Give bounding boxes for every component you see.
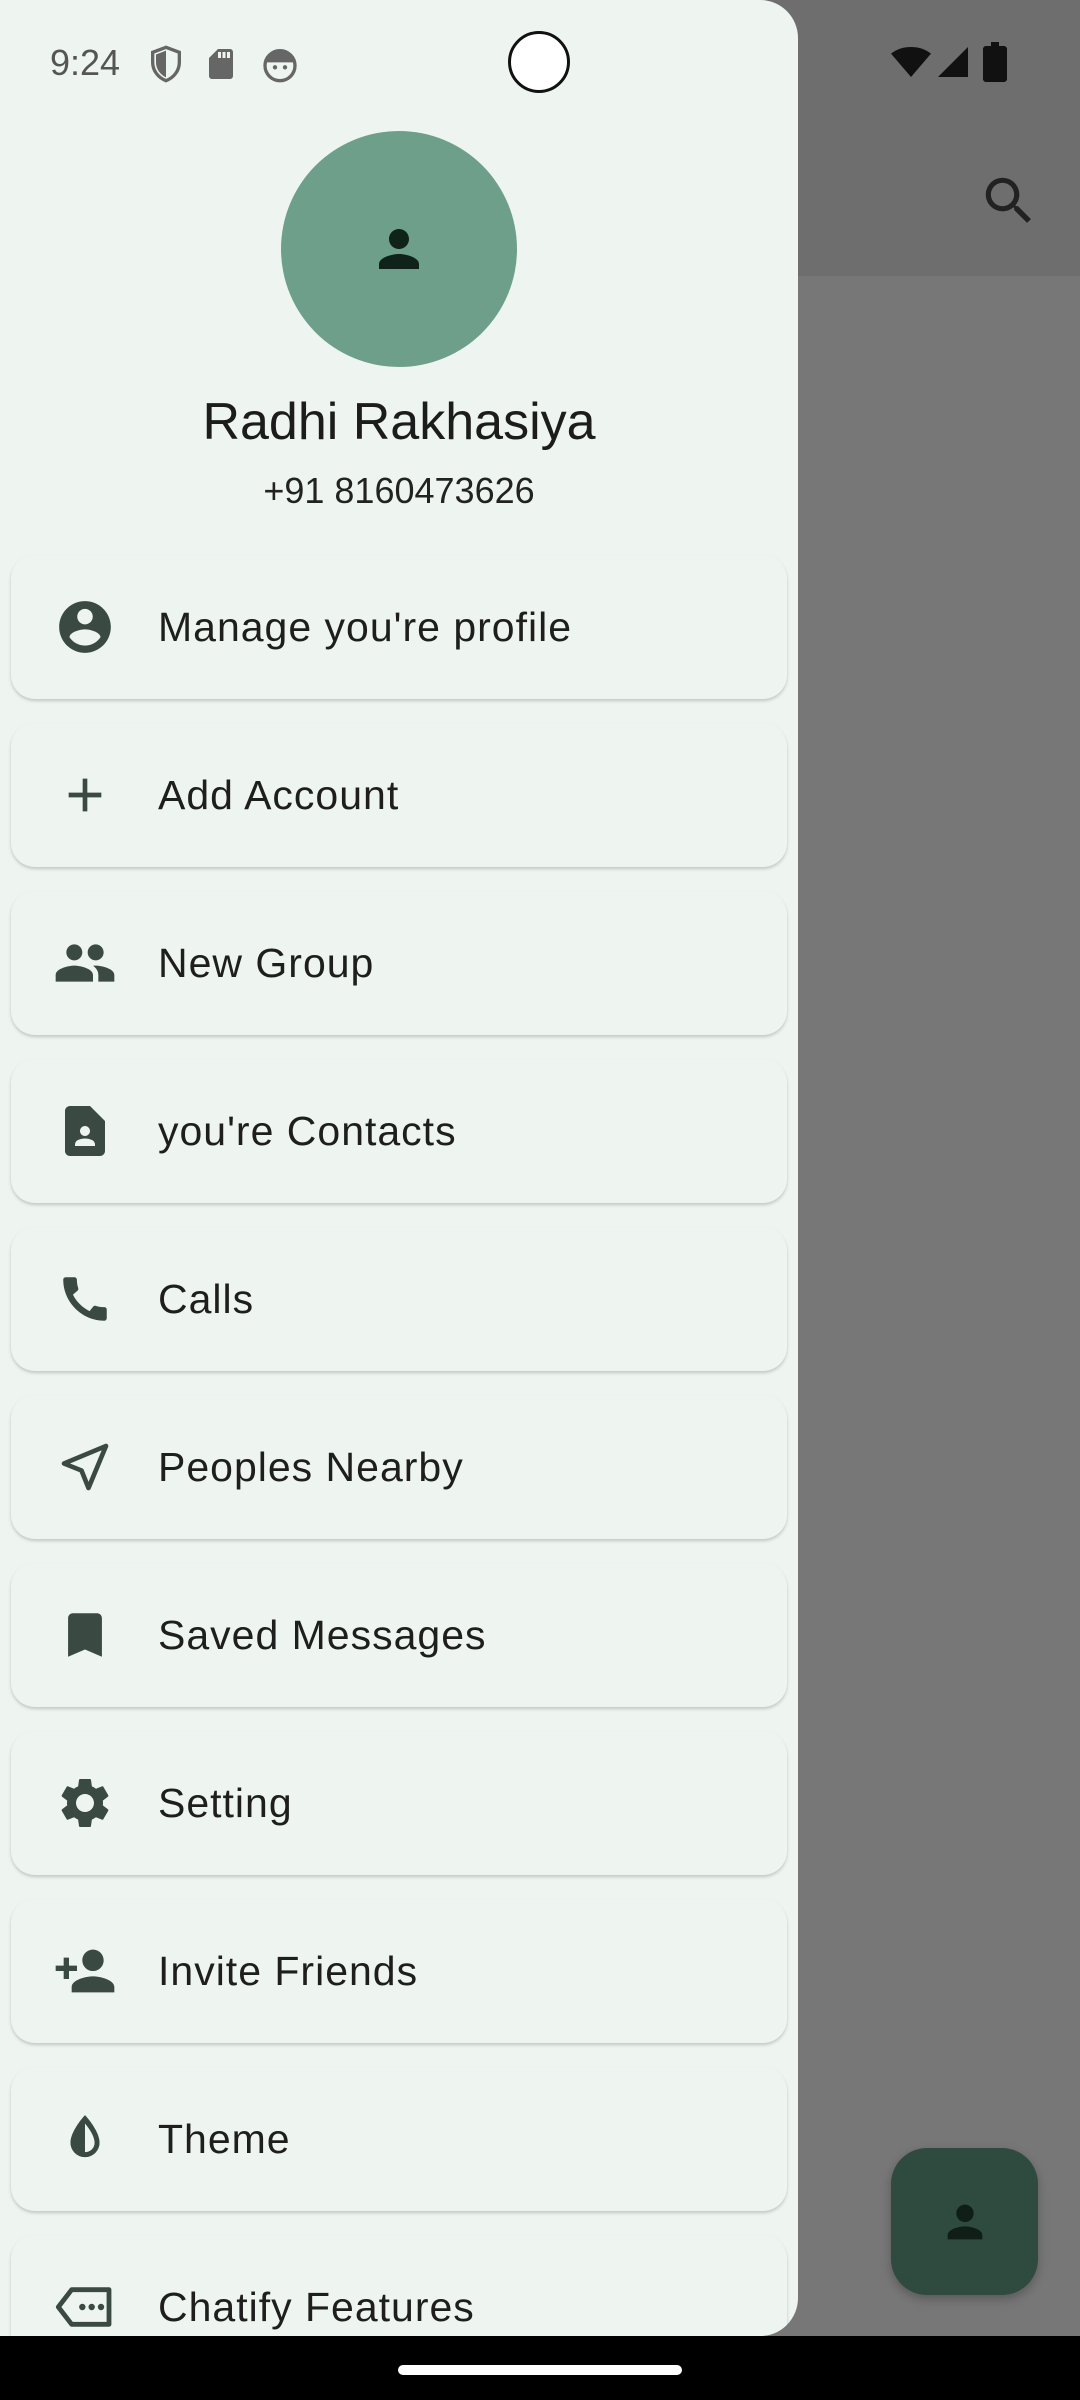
menu-item-label: New Group xyxy=(158,940,375,986)
search-icon[interactable] xyxy=(978,170,1040,232)
menu-item-peoples-nearby[interactable]: Peoples Nearby xyxy=(11,1395,787,1539)
shield-icon xyxy=(146,44,186,84)
profile-name: Radhi Rakhasiya xyxy=(202,393,596,451)
menu-item-invite-friends[interactable]: Invite Friends xyxy=(11,1899,787,2043)
menu-item-label: Peoples Nearby xyxy=(158,1444,464,1490)
battery-icon xyxy=(983,42,1023,82)
menu-item-label: Saved Messages xyxy=(158,1612,487,1658)
menu-item-label: you're Contacts xyxy=(158,1108,457,1154)
menu-item-label: Invite Friends xyxy=(158,1948,419,1994)
bookmark-icon xyxy=(53,1603,117,1667)
account-circle-icon xyxy=(53,595,117,659)
menu-item-label: Setting xyxy=(158,1780,293,1826)
theme-drop-icon xyxy=(53,2107,117,2171)
contact-card-icon xyxy=(53,1099,117,1163)
group-icon xyxy=(53,931,117,995)
profile-phone: +91 8160473626 xyxy=(263,470,535,511)
menu-item-contacts[interactable]: you're Contacts xyxy=(11,1059,787,1203)
menu-item-label: Calls xyxy=(158,1276,255,1322)
navigation-drawer: Radhi Rakhasiya +91 8160473626 Manage yo… xyxy=(0,0,798,2336)
sd-card-icon xyxy=(203,44,243,84)
navigation-arrow-icon xyxy=(53,1435,117,1499)
menu-item-theme[interactable]: Theme xyxy=(11,2067,787,2211)
status-time: 9:24 xyxy=(50,42,121,83)
menu-item-setting[interactable]: Setting xyxy=(11,1731,787,1875)
phone-icon xyxy=(53,1267,117,1331)
person-add-icon xyxy=(53,1939,117,2003)
label-dots-icon xyxy=(53,2275,117,2336)
camera-cutout xyxy=(508,31,570,93)
person-icon xyxy=(947,2204,982,2239)
home-gesture-handle[interactable] xyxy=(398,2365,682,2375)
cell-signal-icon xyxy=(935,44,975,84)
menu-item-add-account[interactable]: Add Account xyxy=(11,723,787,867)
menu-item-calls[interactable]: Calls xyxy=(11,1227,787,1371)
menu-item-saved-messages[interactable]: Saved Messages xyxy=(11,1563,787,1707)
menu-item-label: Add Account xyxy=(158,772,400,818)
gear-icon xyxy=(53,1771,117,1835)
menu-item-new-group[interactable]: New Group xyxy=(11,891,787,1035)
plus-icon xyxy=(53,763,117,827)
android-face-icon xyxy=(260,44,300,84)
new-chat-fab[interactable] xyxy=(891,2148,1038,2295)
menu-item-manage-profile[interactable]: Manage you're profile xyxy=(11,555,787,699)
person-icon xyxy=(379,229,419,269)
status-bar: 9:24 xyxy=(0,0,1080,130)
menu-item-label: Manage you're profile xyxy=(158,604,573,650)
wifi-icon xyxy=(889,42,931,82)
menu-item-label: Chatify Features xyxy=(158,2284,475,2330)
menu-item-chatify-features[interactable]: Chatify Features xyxy=(11,2235,787,2336)
avatar[interactable] xyxy=(281,131,517,367)
screen: Radhi Rakhasiya +91 8160473626 Manage yo… xyxy=(0,0,1080,2336)
menu-item-label: Theme xyxy=(158,2116,291,2162)
